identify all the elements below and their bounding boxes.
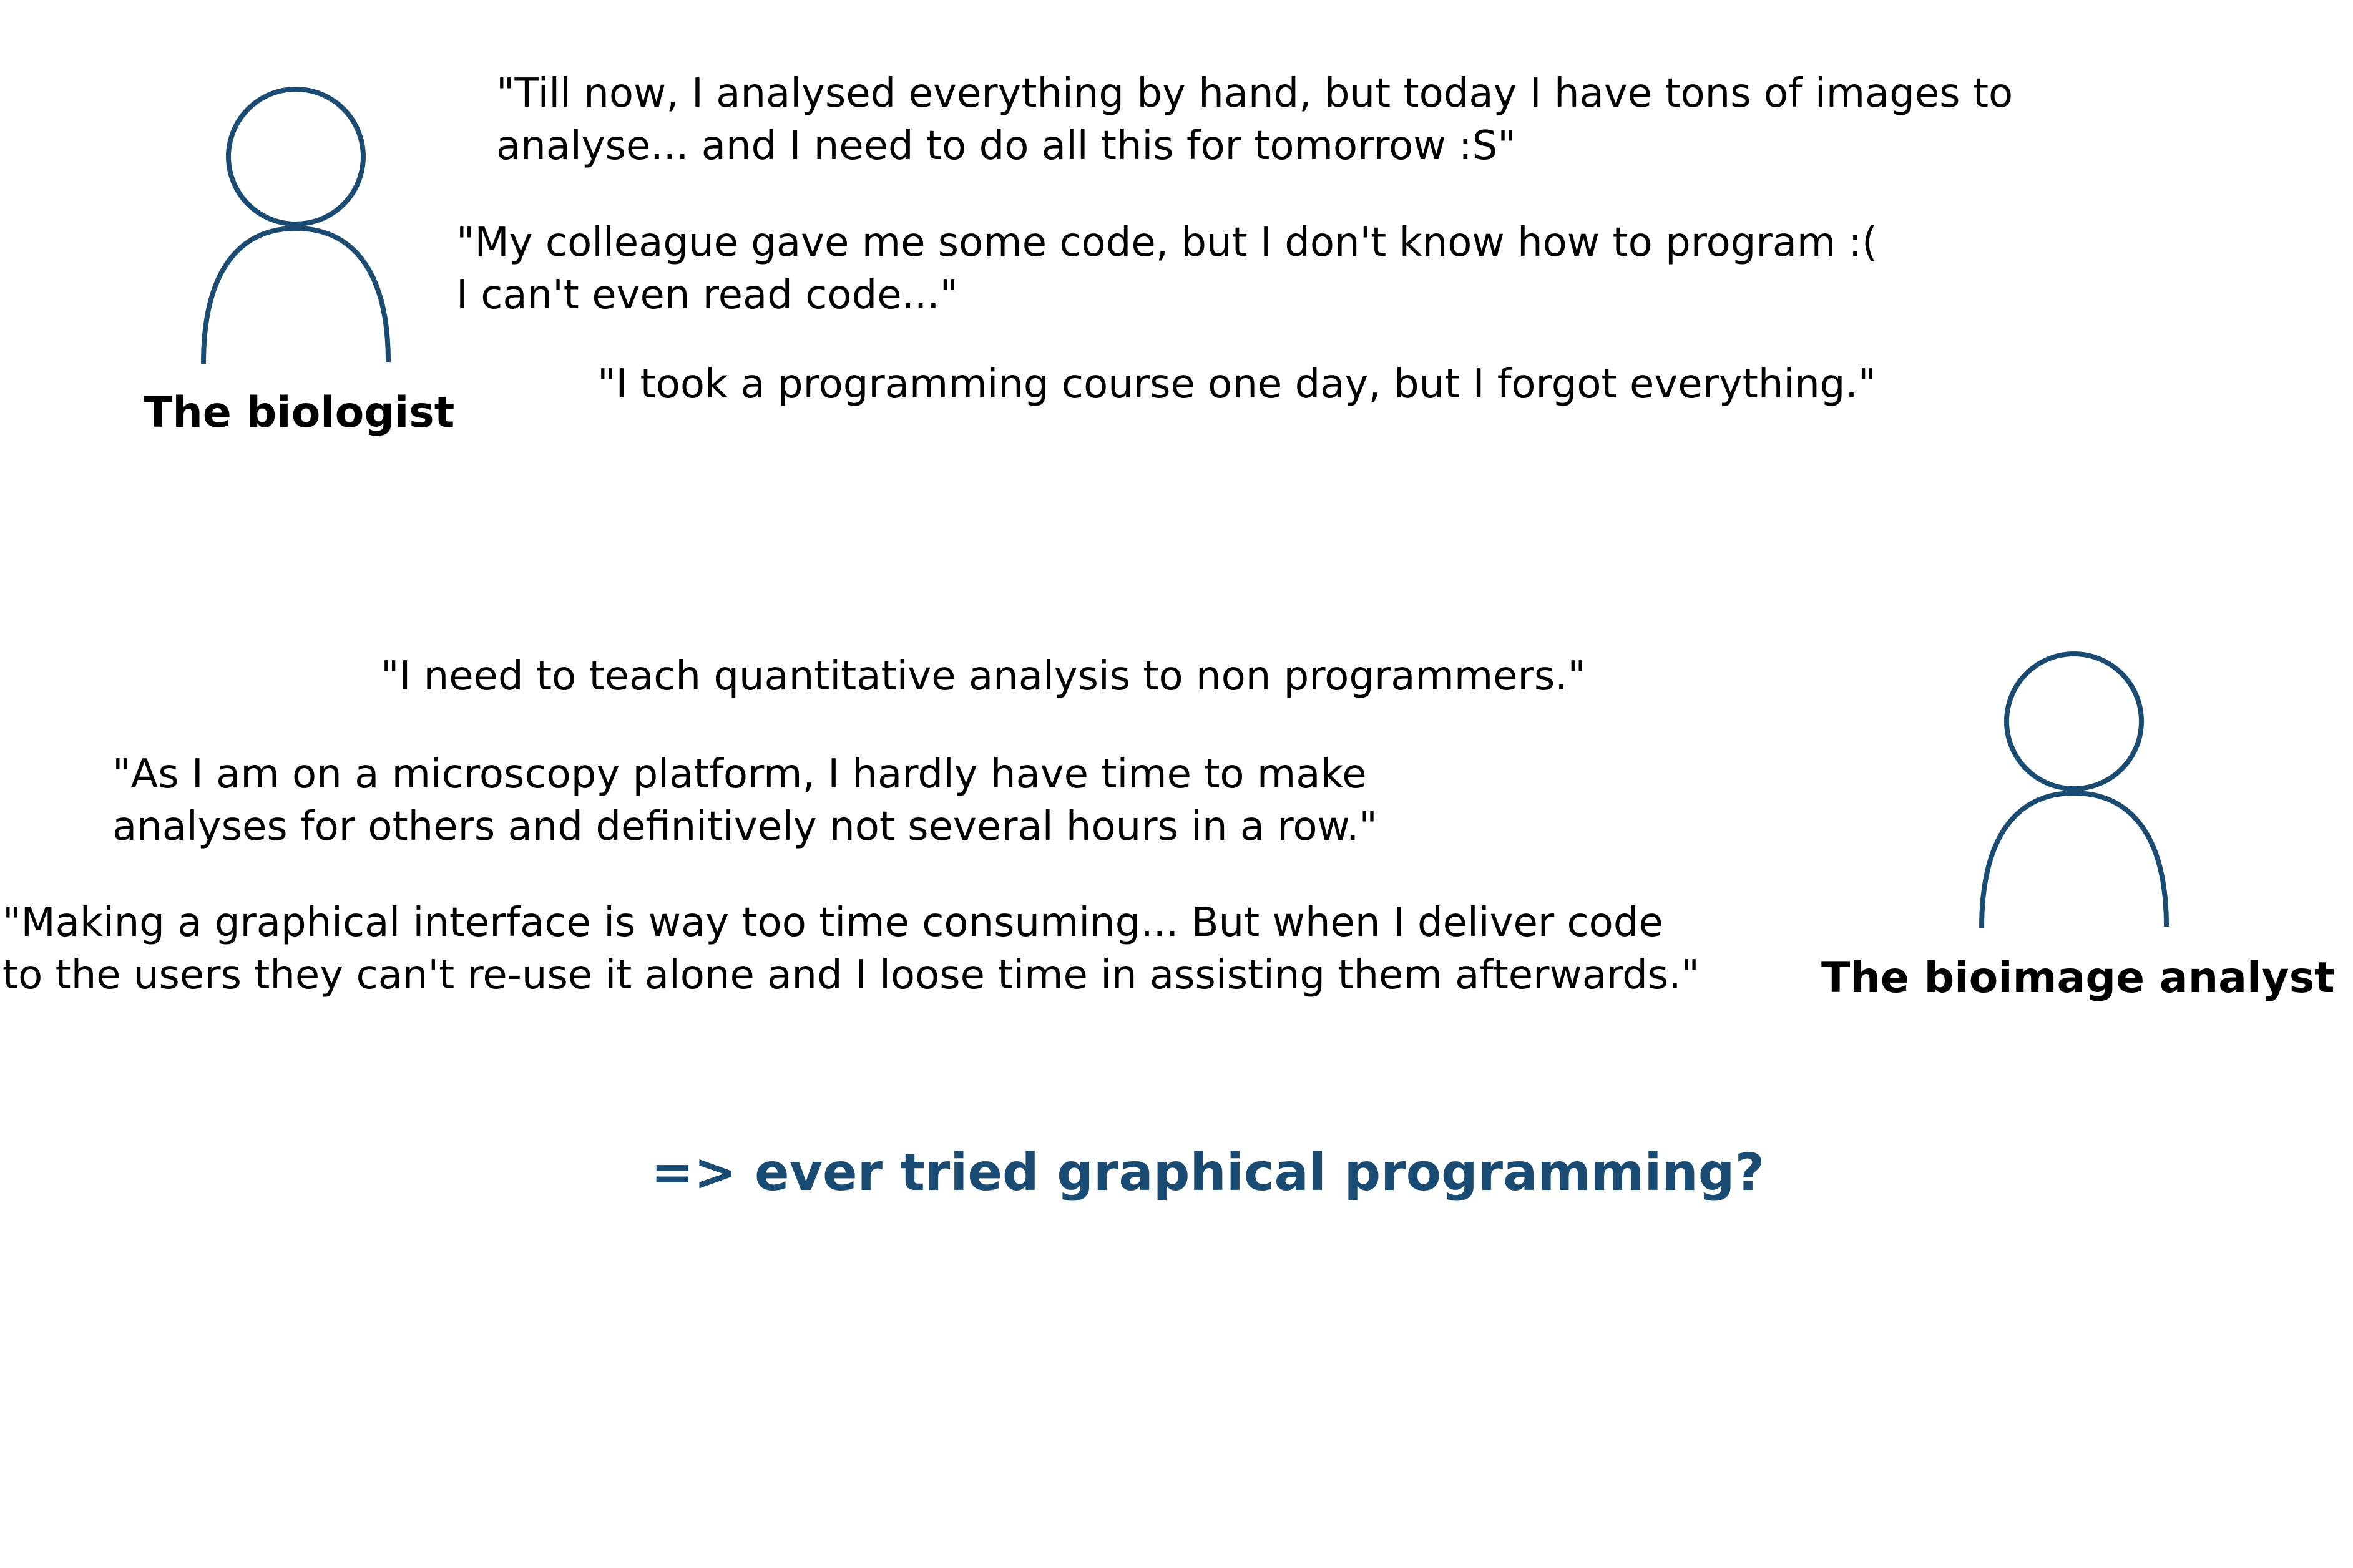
quote-line: analyses for others and definitively not… xyxy=(112,804,1377,850)
quote-line: "I took a programming course one day, bu… xyxy=(597,361,1877,407)
biologist-quote-2: "My colleague gave me some code, but I d… xyxy=(456,217,1877,321)
quote-line: I can't even read code..." xyxy=(456,272,959,318)
quote-line: "Making a graphical interface is way too… xyxy=(2,900,1663,946)
biologist-quote-3: "I took a programming course one day, bu… xyxy=(597,358,1876,411)
quote-line: "My colleague gave me some code, but I d… xyxy=(456,220,1878,266)
person-outline-icon xyxy=(1979,651,2169,929)
quote-line: "Till now, I analysed everything by hand… xyxy=(496,71,2013,117)
analyst-quote-2: "As I am on a microscopy platform, I har… xyxy=(112,748,1377,853)
analyst-quote-3: "Making a graphical interface is way too… xyxy=(2,897,1700,1001)
quote-line: to the users they can't re-use it alone … xyxy=(2,952,1700,998)
analyst-name: The bioimage analyst xyxy=(1821,953,2335,1003)
biologist-name: The biologist xyxy=(144,388,455,437)
analyst-quote-1: "I need to teach quantitative analysis t… xyxy=(381,650,1586,703)
biologist-quote-1: "Till now, I analysed everything by hand… xyxy=(496,67,2013,172)
biologist-figure xyxy=(198,86,398,367)
quote-line: "As I am on a microscopy platform, I har… xyxy=(112,751,1367,797)
person-outline-icon xyxy=(201,87,391,364)
analyst-figure xyxy=(1977,651,2176,932)
quote-line: analyse... and I need to do all this for… xyxy=(496,123,1516,169)
conclusion-text: => ever tried graphical programming? xyxy=(651,1143,1765,1202)
quote-line: "I need to teach quantitative analysis t… xyxy=(381,653,1586,699)
